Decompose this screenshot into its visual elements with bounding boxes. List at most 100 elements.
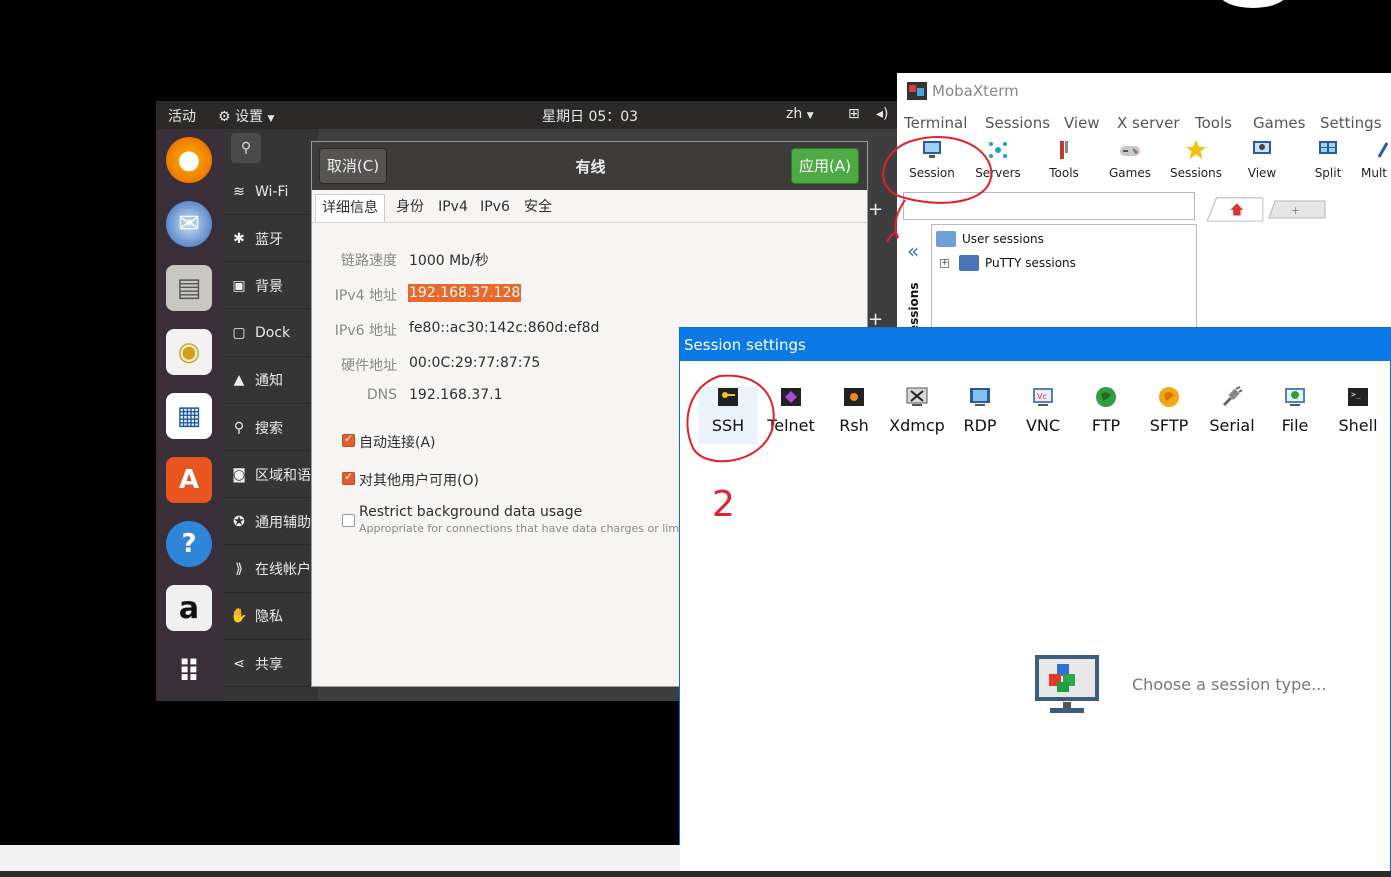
file-icon bbox=[1285, 388, 1305, 406]
network-icon[interactable]: ⊞ bbox=[848, 106, 860, 122]
telnet-icon bbox=[781, 388, 801, 406]
tab-security[interactable]: 安全 bbox=[518, 194, 558, 222]
search-icon[interactable]: ⚲ bbox=[231, 133, 261, 163]
menu-xserver[interactable]: X server bbox=[1117, 114, 1180, 132]
session-type-telnet[interactable]: Telnet bbox=[761, 386, 821, 444]
help-icon[interactable]: ? bbox=[166, 521, 212, 567]
tree-item-putty-sessions[interactable]: + PuTTY sessions bbox=[940, 255, 1076, 271]
activities-button[interactable]: 活动 bbox=[168, 106, 196, 126]
writer-icon[interactable]: ▦ bbox=[166, 393, 212, 439]
language-label: zh bbox=[786, 106, 803, 122]
sidebar-item-6[interactable]: ◙ 区域和语 bbox=[223, 452, 318, 499]
session-type-ftp[interactable]: FTP bbox=[1076, 386, 1136, 444]
sidebar-item-7[interactable]: ✪ 通用辅助 bbox=[223, 499, 318, 546]
hardware-address-value: 00:0C:29:77:87:75 bbox=[409, 355, 541, 371]
sidebar-item-8[interactable]: ⟫ 在线帐户 bbox=[223, 547, 318, 593]
sidebar-item-11[interactable]: ◂声音 bbox=[223, 688, 318, 701]
sessions-side-label[interactable]: essions bbox=[907, 283, 921, 333]
dialog-title: 有线 bbox=[575, 158, 606, 176]
menu-bar: Terminal Sessions View X server Tools Ga… bbox=[897, 111, 1391, 135]
ipv4-address-value[interactable]: 192.168.37.128 bbox=[408, 284, 522, 302]
ubuntu-dock: ● ✉ ▤ ◉ ▦ A ? a ⠿ bbox=[156, 129, 223, 701]
home-tab[interactable] bbox=[1203, 196, 1267, 222]
sidebar-item-2[interactable]: ▣ 背景 bbox=[223, 263, 318, 310]
toolbar-games-button[interactable]: Games bbox=[1097, 139, 1163, 189]
vnc-label: VNC bbox=[1025, 416, 1061, 435]
auto-connect-label: 自动连接(A) bbox=[359, 435, 436, 451]
language-indicator[interactable]: zh ▼ bbox=[786, 106, 814, 122]
tab-details[interactable]: 详细信息 bbox=[315, 194, 385, 222]
tab-identity[interactable]: 身份 bbox=[390, 194, 430, 222]
view-icon bbox=[1253, 141, 1271, 154]
firefox-icon[interactable]: ● bbox=[166, 137, 212, 183]
mobaxterm-logo-icon bbox=[907, 82, 927, 100]
link-speed-label: 链路速度 bbox=[341, 253, 397, 269]
menu-tools[interactable]: Tools bbox=[1195, 114, 1232, 132]
toolbar-split-button[interactable]: Split bbox=[1295, 139, 1361, 189]
menu-view[interactable]: View bbox=[1064, 114, 1100, 132]
quick-connect-input[interactable] bbox=[903, 192, 1195, 220]
ipv6-address-value: fe80::ac30:142c:860d:ef8d bbox=[409, 320, 600, 336]
menu-settings[interactable]: Settings bbox=[1320, 114, 1382, 132]
rdp-icon bbox=[970, 388, 990, 406]
monitor-icon bbox=[923, 141, 941, 158]
tab-ipv4[interactable]: IPv4 bbox=[434, 194, 472, 222]
session-type-shell[interactable]: >_ Shell bbox=[1328, 386, 1388, 444]
session-type-rdp[interactable]: RDP bbox=[950, 386, 1010, 444]
sidebar-item-10[interactable]: ⋖ 共享 bbox=[223, 641, 318, 687]
collapse-sidebar-icon[interactable]: « bbox=[907, 239, 919, 263]
desktop: 活动 ⚙ 设置 ▼ 星期日 05：03 zh ▼ ⊞ ◂) ● ✉ ▤ ◉ ▦ … bbox=[0, 0, 1391, 877]
sidebar-item-9[interactable]: ✋ 隐私 bbox=[223, 594, 318, 640]
background-icon: ▣ bbox=[232, 277, 246, 294]
rhythmbox-icon[interactable]: ◉ bbox=[166, 329, 212, 375]
volume-icon[interactable]: ◂) bbox=[876, 106, 889, 122]
menu-games[interactable]: Games bbox=[1253, 114, 1305, 132]
toolbar-view-button[interactable]: View bbox=[1229, 139, 1295, 189]
session-type-sftp[interactable]: SFTP bbox=[1139, 386, 1199, 444]
toolbar-tools-button[interactable]: Tools bbox=[1031, 139, 1097, 189]
restrict-data-checkbox[interactable] bbox=[342, 514, 355, 527]
add-icon[interactable]: + bbox=[868, 309, 888, 330]
session-type-serial[interactable]: Serial bbox=[1202, 386, 1262, 444]
sidebar-item-0[interactable]: ≋ Wi-Fi bbox=[223, 169, 318, 215]
toolbar-servers-button[interactable]: Servers bbox=[965, 139, 1031, 189]
files-icon[interactable]: ▤ bbox=[166, 265, 212, 311]
tab-ipv6[interactable]: IPv6 bbox=[476, 194, 514, 222]
session-type-vnc[interactable]: Vc VNC bbox=[1013, 386, 1073, 444]
user-folder-icon bbox=[936, 231, 956, 247]
toolbar-multi-label: Mult bbox=[1361, 166, 1387, 180]
sidebar-item-5[interactable]: ⚲ 搜索 bbox=[223, 405, 318, 451]
toolbar-multi-button[interactable]: Mult bbox=[1361, 139, 1391, 189]
menu-terminal[interactable]: Terminal bbox=[904, 114, 967, 132]
session-type-xdmcp[interactable]: Xdmcp bbox=[887, 386, 947, 444]
sidebar-item-4[interactable]: ▲ 通知 bbox=[223, 358, 318, 404]
sftp-label: SFTP bbox=[1149, 416, 1189, 435]
session-type-rsh[interactable]: Rsh bbox=[824, 386, 884, 444]
session-type-ssh[interactable]: SSH bbox=[698, 386, 758, 444]
cancel-button[interactable]: 取消(C) bbox=[319, 148, 387, 184]
toolbar-sessions-button[interactable]: Sessions bbox=[1163, 139, 1229, 189]
vnc-icon: Vc bbox=[1033, 388, 1053, 406]
chevron-down-icon: ▼ bbox=[806, 111, 814, 121]
apps-grid-icon[interactable]: ⠿ bbox=[166, 649, 212, 695]
apply-button[interactable]: 应用(A) bbox=[791, 148, 859, 184]
sidebar-item-1[interactable]: ✱ 蓝牙 bbox=[223, 216, 318, 263]
add-icon[interactable]: + bbox=[868, 199, 888, 220]
expand-icon[interactable]: + bbox=[940, 258, 949, 268]
sidebar-item-3[interactable]: ▢ Dock bbox=[223, 311, 318, 357]
thunderbird-icon[interactable]: ✉ bbox=[166, 201, 212, 247]
toolbar-split-label: Split bbox=[1314, 166, 1342, 180]
accessibility-icon: ✪ bbox=[233, 513, 245, 530]
session-type-file[interactable]: File bbox=[1265, 386, 1325, 444]
available-all-users-checkbox[interactable] bbox=[342, 470, 355, 485]
app-menu[interactable]: ⚙ 设置 ▼ bbox=[218, 106, 274, 126]
amazon-icon[interactable]: a bbox=[166, 585, 212, 631]
auto-connect-checkbox[interactable] bbox=[342, 432, 355, 447]
clock[interactable]: 星期日 05：03 bbox=[542, 106, 638, 126]
menu-sessions[interactable]: Sessions bbox=[985, 114, 1050, 132]
new-tab-button[interactable]: + bbox=[1267, 196, 1327, 222]
online-accounts-icon: ⟫ bbox=[235, 561, 243, 578]
toolbar-session-button[interactable]: Session bbox=[899, 139, 965, 189]
software-icon[interactable]: A bbox=[166, 457, 212, 503]
tree-item-user-sessions[interactable]: User sessions bbox=[936, 231, 1044, 247]
